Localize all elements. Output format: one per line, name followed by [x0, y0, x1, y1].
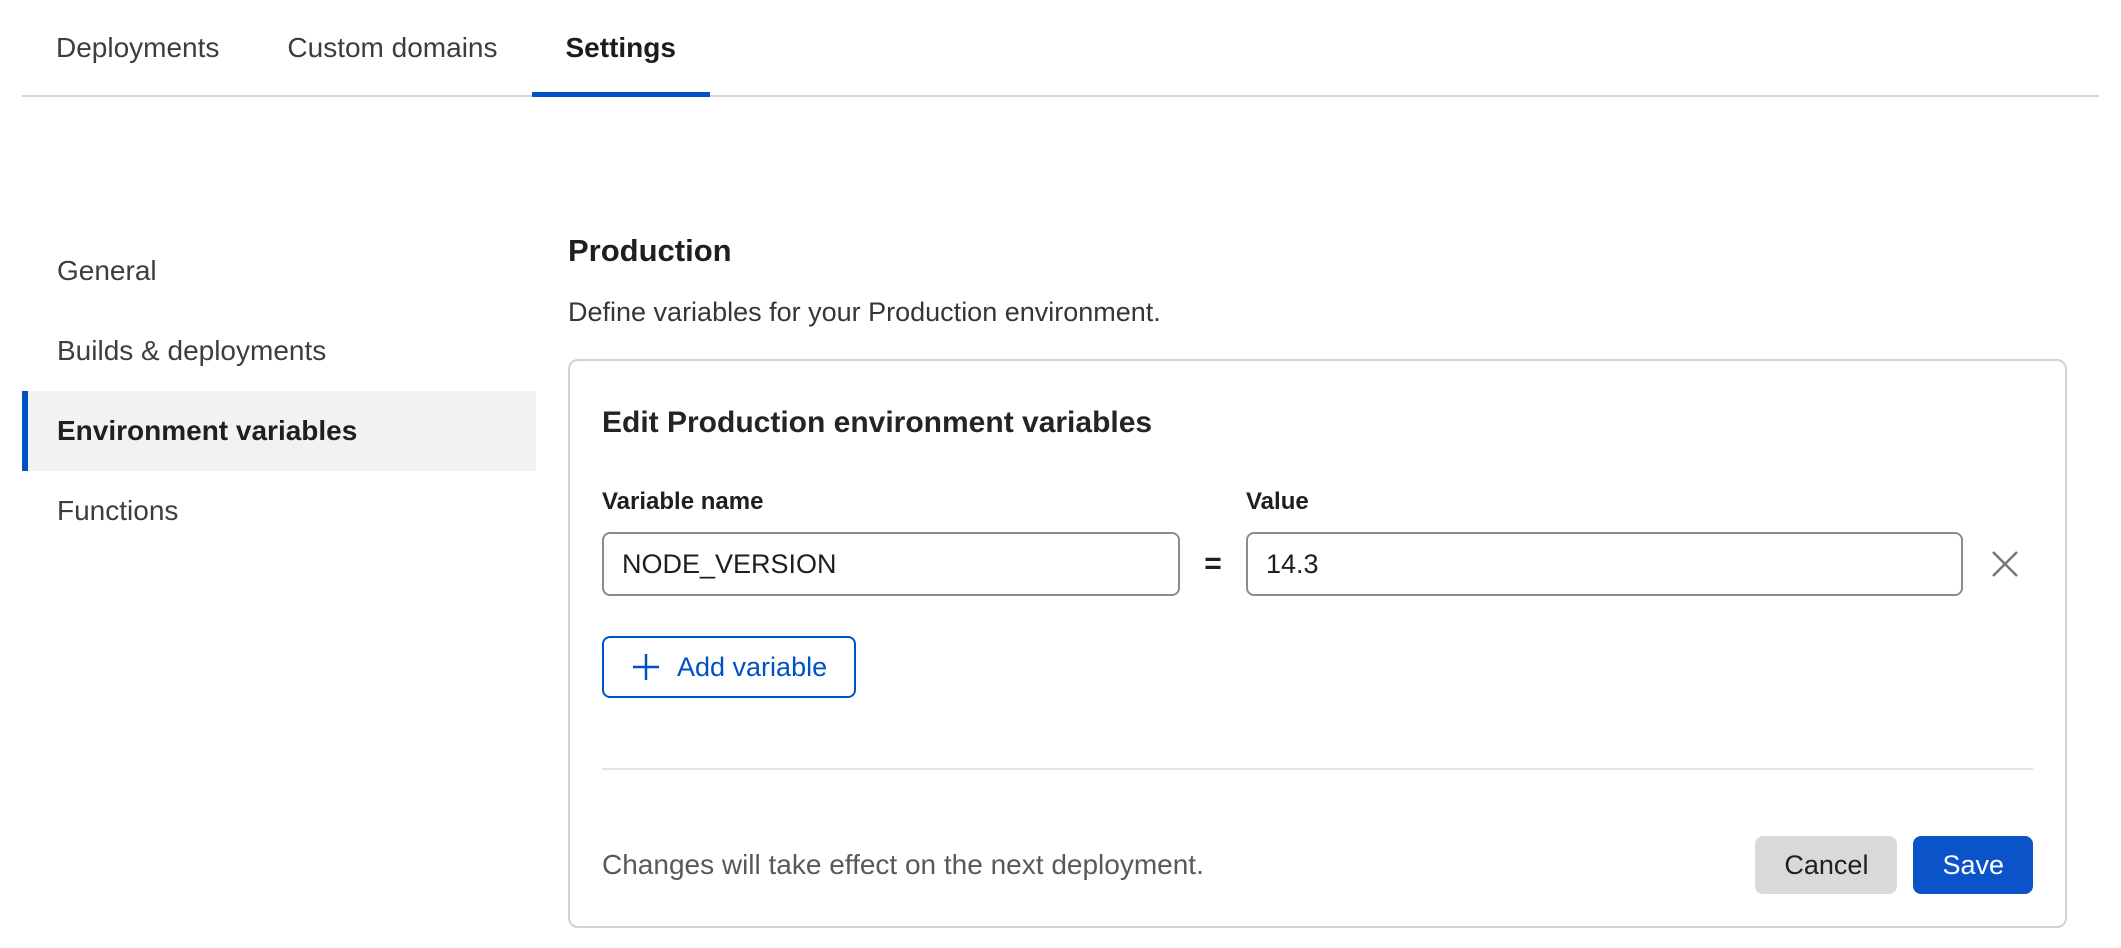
remove-variable-button[interactable] — [1977, 536, 2033, 592]
page-title: Production — [568, 233, 2067, 269]
tab-custom-domains[interactable]: Custom domains — [253, 0, 531, 95]
sidebar-item-builds-deployments[interactable]: Builds & deployments — [22, 311, 536, 391]
plus-icon — [631, 652, 661, 682]
tab-settings[interactable]: Settings — [532, 0, 710, 95]
content-area: General Builds & deployments Environment… — [0, 231, 2121, 928]
settings-page: Deployments Custom domains Settings Gene… — [0, 0, 2121, 948]
add-variable-button[interactable]: Add variable — [602, 636, 856, 698]
add-variable-label: Add variable — [677, 652, 827, 683]
footer-actions: Cancel Save — [1755, 836, 2033, 894]
variable-row: Variable name Value = — [602, 488, 2033, 596]
main-panel: Production Define variables for your Pro… — [568, 231, 2067, 928]
sidebar-item-functions[interactable]: Functions — [22, 471, 536, 551]
tab-deployments[interactable]: Deployments — [22, 0, 253, 95]
card-footer: Changes will take effect on the next dep… — [602, 836, 2033, 894]
variable-name-label: Variable name — [602, 488, 1180, 532]
settings-sidebar: General Builds & deployments Environment… — [22, 231, 536, 551]
page-subtitle: Define variables for your Production env… — [568, 297, 2067, 328]
card-divider — [602, 768, 2033, 770]
environment-variables-card: Edit Production environment variables Va… — [568, 359, 2067, 928]
save-button[interactable]: Save — [1913, 836, 2033, 894]
footer-note: Changes will take effect on the next dep… — [602, 849, 1204, 881]
value-label: Value — [1246, 488, 1963, 532]
top-tab-bar: Deployments Custom domains Settings — [22, 0, 2099, 97]
sidebar-item-environment-variables[interactable]: Environment variables — [22, 391, 536, 471]
variable-value-input[interactable] — [1246, 532, 1963, 596]
equals-sign: = — [1180, 547, 1246, 581]
sidebar-item-general[interactable]: General — [22, 231, 536, 311]
cancel-button[interactable]: Cancel — [1755, 836, 1897, 894]
close-icon — [1988, 547, 2022, 581]
variable-name-input[interactable] — [602, 532, 1180, 596]
card-heading: Edit Production environment variables — [602, 406, 2033, 440]
